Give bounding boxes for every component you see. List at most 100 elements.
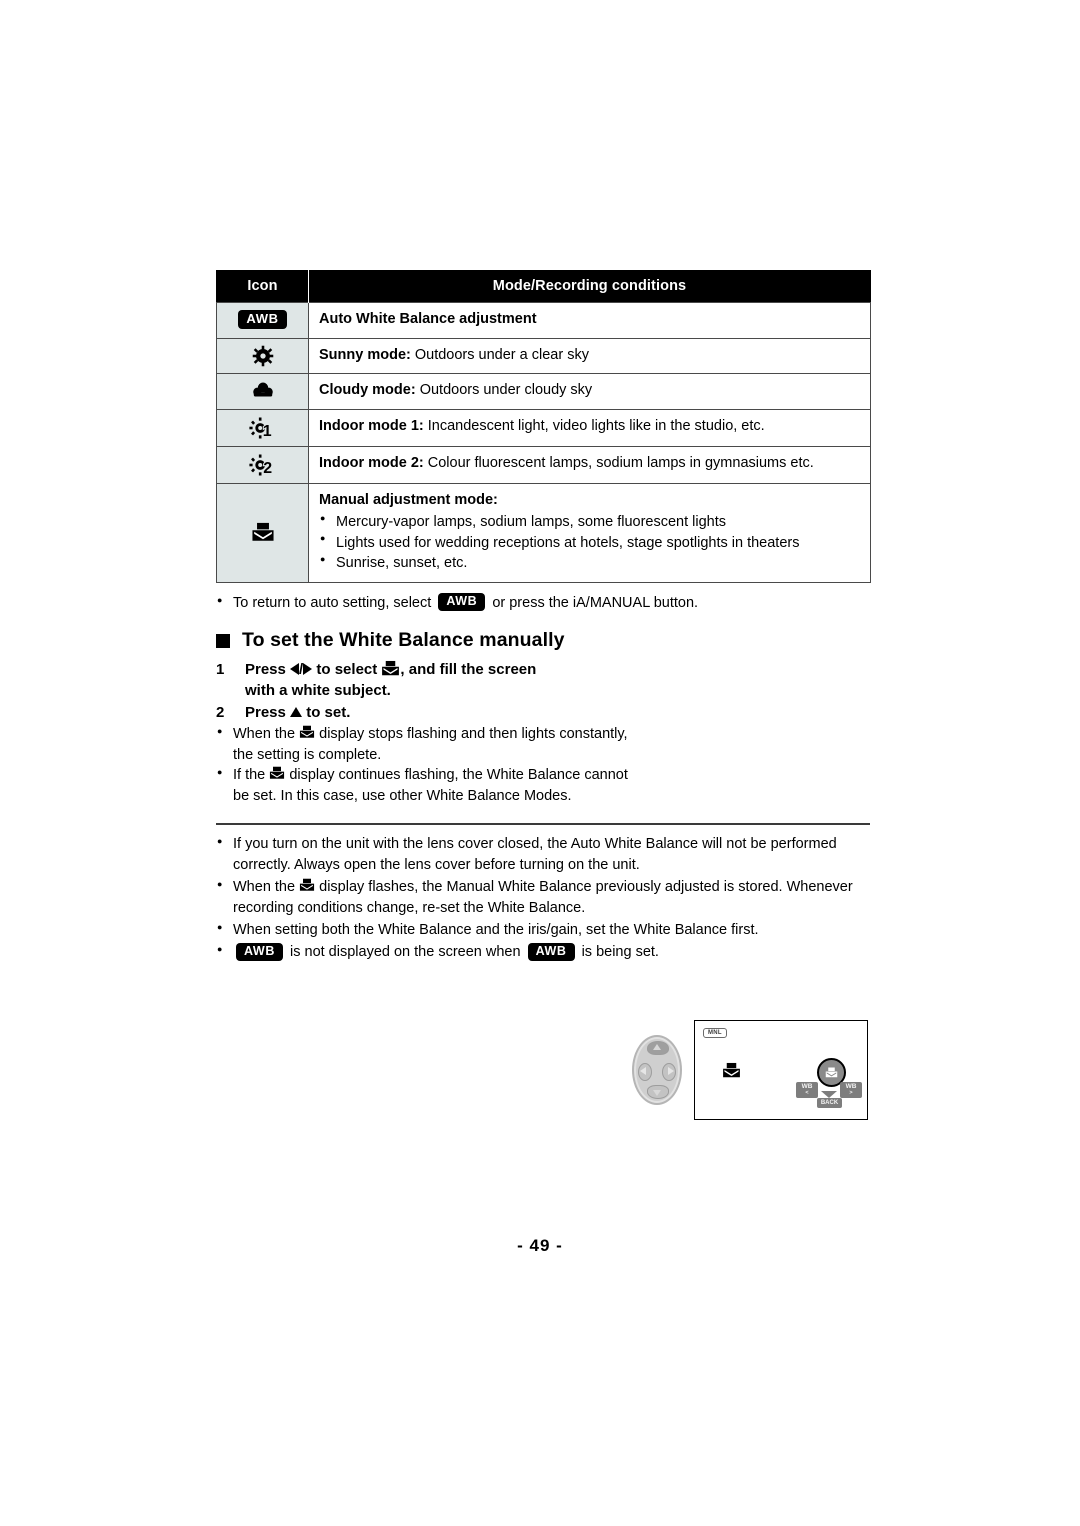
note-pre: When the	[233, 879, 296, 896]
manual-wb-icon	[722, 1062, 741, 1085]
step-note-1: When the display stops flashing and then…	[216, 724, 628, 765]
table-row: Cloudy mode: Outdoors under cloudy sky	[216, 373, 871, 410]
osd-down-wedge	[821, 1091, 837, 1098]
black-square-icon	[216, 633, 230, 648]
icon-cell-indoor-1: 1	[216, 408, 309, 447]
manual-wb-icon	[381, 660, 400, 678]
desc-cell-cloudy: Cloudy mode: Outdoors under cloudy sky	[308, 373, 871, 410]
column-header-mode: Mode/Recording conditions	[308, 270, 871, 303]
page-title: To set the White Balance manually	[242, 629, 565, 651]
list-item: Sunrise, sunset, etc.	[319, 553, 862, 574]
desc-cell-indoor-1: Indoor mode 1: Incandescent light, video…	[308, 408, 871, 447]
desc-cell-awb: Auto White Balance adjustment	[308, 302, 871, 339]
manual-wb-icon	[269, 766, 285, 781]
lcd-screen-illustration: MNL WB < WB > BACK	[694, 1020, 868, 1120]
awb-badge-icon: AWB	[236, 942, 283, 961]
section-heading: To set the White Balance manually	[216, 629, 870, 652]
step-text-pre: Press	[245, 704, 286, 721]
manual-wb-icon	[299, 725, 315, 740]
return-to-auto-note: To return to auto setting, select AWB or…	[216, 593, 870, 614]
white-balance-modes-table: Icon Mode/Recording conditions AWB Auto …	[216, 270, 871, 583]
indoor-1-icon: 1	[248, 416, 278, 441]
column-header-icon: Icon	[216, 270, 309, 303]
manual-page: Icon Mode/Recording conditions AWB Auto …	[0, 0, 1080, 1526]
page-content: Icon Mode/Recording conditions AWB Auto …	[216, 270, 871, 1120]
svg-text:2: 2	[263, 460, 272, 477]
note-post: display flashes, the Manual White Balanc…	[233, 879, 853, 917]
step-1: 1 Press / to select , and fill the scree…	[216, 659, 870, 701]
camera-illustration: MNL WB < WB > BACK	[615, 1014, 870, 1124]
list-item: Lights used for wedding receptions at ho…	[319, 532, 862, 554]
table-row: 1 Indoor mode 1: Incandescent light, vid…	[216, 408, 871, 447]
icon-cell-awb: AWB	[216, 302, 309, 339]
list-item: Mercury-vapor lamps, sodium lamps, some …	[319, 512, 862, 533]
osd-wb-right-label: WB	[845, 1083, 857, 1090]
row-label: Cloudy mode:	[319, 382, 416, 399]
lower-note-4: AWB is not displayed on the screen when …	[216, 942, 870, 963]
page-number: - 49 -	[517, 1236, 563, 1255]
row-rest: Outdoors under a clear sky	[410, 346, 589, 363]
arrow-down-icon	[653, 1090, 661, 1096]
arrow-up-icon	[290, 707, 303, 718]
cloud-icon	[251, 381, 275, 400]
step-2: 2 Press to set.	[216, 702, 870, 723]
row-label: Manual adjustment mode:	[319, 491, 498, 508]
row-label: Auto White Balance adjustment	[319, 311, 537, 327]
indoor-2-icon: 2	[248, 453, 278, 478]
table-row: Sunny mode: Outdoors under a clear sky	[216, 337, 871, 375]
svg-text:1: 1	[262, 423, 271, 440]
osd-back-button: BACK	[817, 1098, 842, 1108]
lower-note-3: When setting both the White Balance and …	[216, 920, 870, 941]
manual-wb-icon	[251, 522, 275, 544]
awb-badge-icon: AWB	[438, 593, 486, 612]
note-text-part1: To return to auto setting, select	[233, 594, 432, 611]
osd-joystick-overlay: WB < WB > BACK	[796, 1058, 862, 1110]
note-text-part2: or press the iA/MANUAL button.	[492, 594, 699, 611]
step-text: Press to set.	[245, 702, 870, 723]
step-text-post: to set.	[306, 704, 351, 721]
arrow-up-icon	[653, 1044, 661, 1050]
row-label: Sunny mode:	[319, 346, 411, 363]
note-mid: is not displayed on the screen when	[290, 944, 521, 961]
note-pre: If the	[233, 767, 266, 784]
joystick-pad-illustration	[632, 1035, 682, 1105]
manual-wb-icon	[299, 878, 315, 893]
step-text-line2: with a white subject.	[245, 682, 391, 699]
sun-icon	[252, 345, 274, 367]
table-row: AWB Auto White Balance adjustment	[216, 302, 871, 339]
steps-and-illustration: 1 Press / to select , and fill the scree…	[216, 659, 870, 1120]
desc-cell-indoor-2: Indoor mode 2: Colour fluorescent lamps,…	[308, 445, 871, 484]
mnl-badge: MNL	[703, 1028, 727, 1038]
icon-cell-manual	[216, 482, 309, 583]
step-text-pre: Press	[245, 661, 286, 678]
awb-badge-icon: AWB	[238, 310, 287, 330]
osd-wb-left-label: WB	[801, 1083, 813, 1090]
row-rest: Outdoors under cloudy sky	[415, 382, 593, 399]
step-text-mid: to select	[316, 661, 378, 678]
step-number: 2	[216, 704, 225, 721]
manual-mode-sub-list: Mercury-vapor lamps, sodium lamps, some …	[319, 512, 862, 574]
arrow-right-icon	[303, 663, 313, 676]
osd-wb-left-button: WB <	[796, 1082, 818, 1098]
row-rest: Incandescent light, video lights like in…	[423, 417, 765, 434]
icon-cell-cloudy	[216, 373, 309, 410]
desc-cell-manual: Manual adjustment mode: Mercury-vapor la…	[308, 482, 871, 583]
table-row: Manual adjustment mode: Mercury-vapor la…	[216, 482, 871, 583]
icon-cell-indoor-2: 2	[216, 445, 309, 484]
osd-wb-right-arrow: >	[849, 1089, 853, 1096]
step-text-post: , and fill the screen	[400, 661, 537, 678]
step-note-2: If the display continues flashing, the W…	[216, 765, 628, 806]
arrow-right-icon	[668, 1067, 674, 1075]
table-header-row: Icon Mode/Recording conditions	[216, 270, 871, 303]
row-label: Indoor mode 1:	[319, 417, 424, 434]
row-rest: Colour fluorescent lamps, sodium lamps i…	[423, 454, 814, 471]
section-divider	[216, 823, 870, 826]
osd-wb-right-button: WB >	[840, 1082, 862, 1098]
arrow-left-icon	[640, 1067, 646, 1075]
lower-note-1: If you turn on the unit with the lens co…	[216, 834, 870, 876]
step-text: Press / to select , and fill the screen …	[245, 659, 870, 701]
arrow-left-icon	[290, 663, 300, 676]
row-label: Indoor mode 2:	[319, 454, 424, 471]
awb-badge-icon: AWB	[527, 942, 575, 961]
note-end: is being set.	[581, 944, 659, 961]
